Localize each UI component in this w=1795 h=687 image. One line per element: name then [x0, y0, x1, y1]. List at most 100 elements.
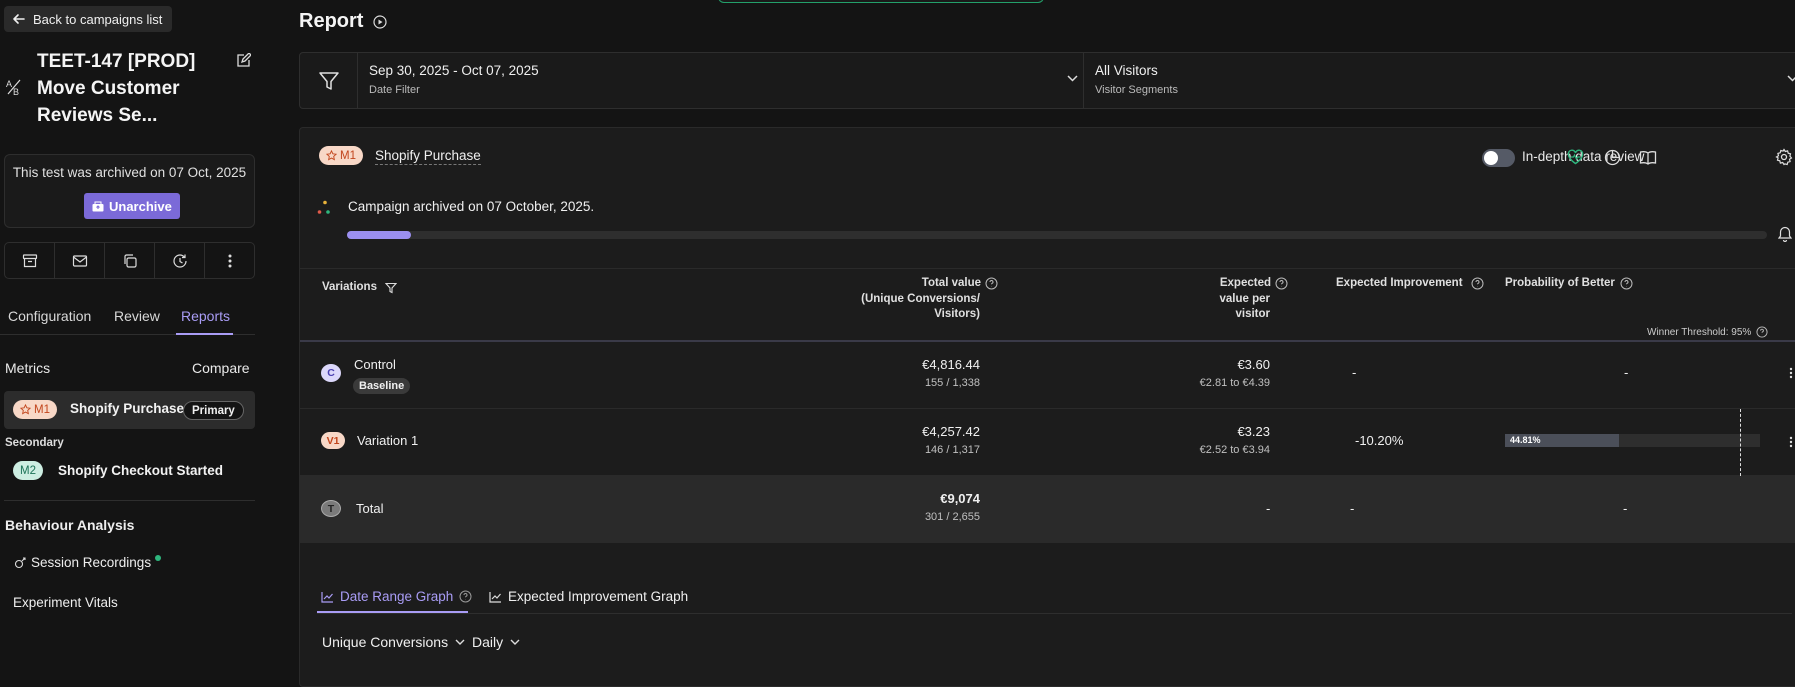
pie-chart-icon[interactable] [1601, 146, 1623, 168]
conversions-ratio: 155 / 1,338 [924, 377, 980, 389]
heart-pulse-icon[interactable] [1564, 146, 1586, 168]
chevron-down-icon [510, 639, 520, 645]
compare-button[interactable]: Compare [192, 360, 250, 376]
chevron-down-icon [1787, 75, 1795, 82]
archive-button[interactable] [5, 243, 55, 278]
play-circle-icon[interactable] [373, 14, 388, 29]
probability-header-label: Probability of Better [1505, 277, 1615, 289]
date-filter-dropdown[interactable]: Sep 30, 2025 - Oct 07, 2025 Date Filter [359, 53, 1084, 108]
unarchive-button[interactable]: Unarchive [84, 193, 180, 219]
interval-value: Daily [472, 634, 504, 650]
primary-metric-item[interactable]: M1 Shopify Purchase Primary [4, 391, 255, 429]
history-button[interactable] [155, 243, 205, 278]
expected-value: €3.23 [1237, 424, 1270, 439]
campaign-title-line: TEET-147 [PROD] [37, 51, 196, 72]
conversion-type-value: Unique Conversions [322, 634, 449, 650]
metric-badge-label: M1 [34, 403, 50, 416]
total-value-column-header: Total value (Unique Conversions/ Visitor… [750, 276, 998, 323]
gear-icon[interactable] [1773, 146, 1795, 168]
interval-select[interactable]: Daily [472, 634, 520, 650]
conversion-type-select[interactable]: Unique Conversions [322, 634, 465, 650]
campaign-progress-bar [347, 231, 1767, 239]
active-tab-indicator [176, 333, 233, 335]
tab-reports[interactable]: Reports [181, 308, 230, 324]
probability-column-header: Probability of Better [1505, 276, 1633, 292]
variation-name: Control [354, 357, 396, 372]
help-circle-icon[interactable] [985, 277, 998, 290]
report-metric-name[interactable]: Shopify Purchase [375, 148, 481, 165]
more-vertical-icon [228, 253, 232, 269]
email-button[interactable] [55, 243, 105, 278]
winner-threshold-label: Winner Threshold: 95% [1647, 326, 1752, 338]
total-value: €4,257.42 [922, 424, 980, 439]
filter-button[interactable] [300, 53, 358, 108]
probability-bar: 44.81% [1505, 434, 1760, 447]
date-filter-label: Date Filter [369, 84, 420, 96]
expected-value-column-header: Expected value per visitor [1030, 276, 1288, 323]
star-icon [326, 150, 337, 161]
help-circle-icon[interactable] [1275, 277, 1288, 290]
back-to-campaigns-button[interactable]: Back to campaigns list [4, 6, 173, 32]
conversions-ratio: 146 / 1,317 [924, 444, 980, 456]
indepth-review-toggle[interactable] [1482, 149, 1515, 167]
more-vertical-icon[interactable] [1789, 367, 1793, 379]
tab-configuration[interactable]: Configuration [8, 308, 91, 324]
tab-expected-improvement-graph[interactable]: Expected Improvement Graph [489, 589, 688, 604]
probability-of-better: - [1623, 501, 1628, 516]
table-row[interactable]: V1 Variation 1 €4,257.42 146 / 1,317 €3.… [300, 409, 1795, 476]
edit-icon[interactable] [236, 53, 251, 68]
more-vertical-icon[interactable] [1789, 436, 1793, 448]
tab-label: Expected Improvement Graph [508, 589, 689, 604]
star-icon [20, 404, 31, 415]
secondary-metric-item[interactable]: M2 Shopify Checkout Started [4, 455, 255, 485]
sidebar: Back to campaigns list AB TEET-147 [PROD… [0, 0, 262, 673]
duplicate-button[interactable] [105, 243, 155, 278]
campaign-progress-fill [347, 231, 411, 239]
help-circle-icon[interactable] [1471, 277, 1484, 290]
metric-badge-m2: M2 [13, 461, 43, 480]
session-recordings-link[interactable]: Session Recordings [14, 555, 162, 570]
expected-range: €2.52 to €3.94 [1199, 444, 1270, 456]
table-row[interactable]: C Control Baseline €4,816.44 155 / 1,338… [300, 342, 1795, 409]
visitor-segments-dropdown[interactable]: All Visitors Visitor Segments [1085, 53, 1795, 108]
svg-text:A: A [6, 79, 12, 89]
history-icon [172, 253, 188, 269]
book-open-icon[interactable] [1637, 146, 1659, 168]
tab-date-range-graph[interactable]: Date Range Graph [321, 589, 472, 604]
line-chart-icon [489, 591, 502, 603]
session-recordings-label: Session Recordings [31, 555, 152, 570]
back-label: Back to campaigns list [33, 11, 163, 27]
status-dots-icon [317, 200, 331, 216]
help-circle-icon[interactable] [1756, 326, 1768, 338]
expected-improvement: -10.20% [1355, 433, 1404, 448]
campaign-actions-bar [4, 242, 255, 279]
filter-icon[interactable] [384, 282, 397, 294]
behaviour-analysis-heading: Behaviour Analysis [5, 517, 135, 533]
campaign-tabs: Configuration Review Reports [0, 305, 255, 335]
unarchive-label: Unarchive [109, 198, 172, 214]
probability-of-better: - [1624, 365, 1629, 380]
conversions-ratio: 301 / 2,655 [924, 511, 980, 523]
probability-bar-fill: 44.81% [1505, 434, 1620, 447]
bell-icon[interactable] [1778, 226, 1792, 242]
expected-value: - [1266, 501, 1271, 516]
tab-review[interactable]: Review [114, 308, 160, 324]
expected-range: €2.81 to €4.39 [1199, 377, 1270, 389]
experiment-vitals-link[interactable]: Experiment Vitals [13, 595, 118, 610]
primary-tag: Primary [183, 401, 244, 420]
expected-header-label: Expected [1219, 277, 1271, 289]
expected-improvement: - [1350, 501, 1355, 516]
help-circle-icon[interactable] [459, 590, 472, 603]
total-value-header-label: Total value [921, 277, 981, 289]
total-value-header-sub: Visitors) [934, 308, 980, 320]
filter-bar: Sep 30, 2025 - Oct 07, 2025 Date Filter … [299, 52, 1795, 109]
svg-text:B: B [13, 87, 19, 96]
total-value-header-sub: (Unique Conversions/ [861, 292, 980, 305]
session-recording-icon [14, 556, 27, 569]
more-actions-button[interactable] [205, 243, 254, 278]
secondary-metric-name: Shopify Checkout Started [58, 463, 224, 478]
arrow-left-icon [12, 12, 26, 26]
live-status-dot [155, 555, 162, 561]
help-circle-icon[interactable] [1620, 277, 1633, 290]
divider [300, 268, 1795, 269]
